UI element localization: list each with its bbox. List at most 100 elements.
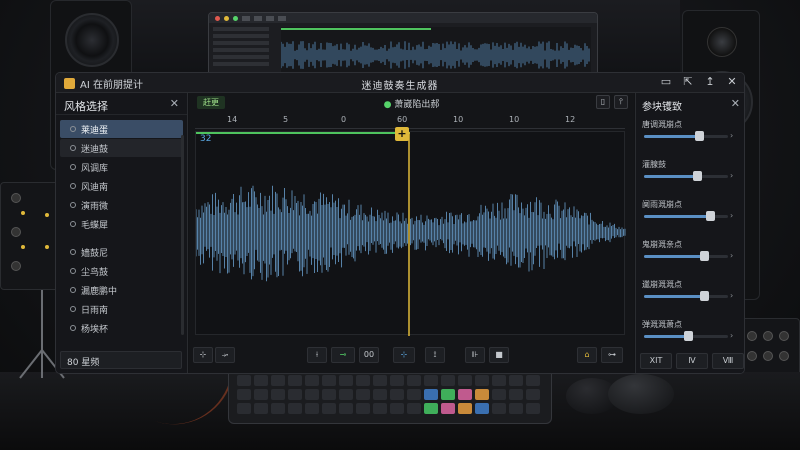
counter-button[interactable]: 00 (359, 347, 379, 363)
keyboard-row (237, 403, 543, 414)
parameter-slider[interactable] (644, 251, 728, 261)
window-title: 迷迪鼓奏生成器 (361, 81, 439, 92)
style-item[interactable]: 莱迪蛋 (60, 120, 183, 138)
parameter-row: 弹溉溉萧点 › (636, 315, 744, 355)
play-button[interactable]: ⊸ (331, 347, 355, 363)
style-item[interactable]: 演雨微 (60, 196, 183, 214)
keyboard-key (458, 375, 472, 386)
keyboard-key (441, 375, 455, 386)
preset-4-button[interactable]: Ⅳ (676, 353, 708, 369)
style-item[interactable]: 尘鸟鼓 (60, 262, 183, 280)
parameter-slider[interactable] (644, 131, 728, 141)
pin-icon[interactable]: ⫯ (614, 95, 628, 109)
slider-thumb[interactable] (700, 291, 710, 301)
keyboard-key (237, 389, 251, 400)
loop-button[interactable]: ⟊ (307, 347, 327, 363)
parameter-label: 邋崩溉溉点 (642, 280, 682, 289)
style-item-label: 尘鸟鼓 (81, 267, 109, 278)
mouse (608, 374, 674, 414)
parameter-slider[interactable] (644, 291, 728, 301)
slider-fill (644, 295, 705, 298)
style-item-label: 毛蝶犀 (81, 220, 109, 231)
style-item[interactable]: 杨埃杯 (60, 319, 183, 337)
style-list: 莱迪蛋 迷迪鼓 风调库 风迪南 演雨微 毛蝶犀 嫱鼓尼 尘鸟鼓 漏鹿鹏中 日雨南… (56, 115, 187, 337)
keyboard-key (254, 403, 268, 414)
parameter-slider[interactable] (644, 331, 728, 341)
keyboard-key (356, 375, 370, 386)
parameter-row: 邋崩溉溉点 › (636, 275, 744, 315)
parameter-buttons: XIT Ⅳ Ⅷ (640, 353, 744, 369)
close-dot (215, 15, 220, 21)
slider-thumb[interactable] (700, 251, 710, 261)
keyboard-key (288, 389, 302, 400)
parameter-list: 唐调溉崩点 › 灌腺鼓 › 阒雨溉崩点 › 鬼崩溉亲点 › 邋崩溉溉点 › 弹溉溉萧点 › (636, 115, 744, 355)
parameter-slider[interactable] (644, 211, 728, 221)
step-button[interactable]: ⟟ (425, 347, 445, 363)
chevron-right-icon: › (730, 211, 734, 220)
controller-knob (779, 351, 789, 361)
mixer-knob (11, 261, 21, 271)
close-icon[interactable]: ✕ (731, 97, 740, 110)
mixer-led (21, 245, 25, 249)
keyboard-key (339, 375, 353, 386)
style-item[interactable]: 风调库 (60, 158, 183, 176)
minimize-dot (224, 15, 229, 21)
ruler-mark: 14 (227, 115, 238, 124)
title-bar: AI 在前朋提计 迷迪鼓奏生成器 ▭ ⇱ ↥ ✕ (56, 73, 744, 93)
style-item[interactable]: 漏鹿鹏中 (60, 281, 183, 299)
editor-area: 赶更 ● 萧崴陷出郝 ▯ ⫯ 14 5 0 60 10 10 12 32 + ⊹… (189, 93, 634, 373)
keyboard-key (526, 375, 540, 386)
style-item[interactable]: 迷迪鼓 (60, 139, 183, 157)
export-icon[interactable]: ↥ (704, 75, 716, 88)
keyboard-key (424, 375, 438, 386)
keyboard-key (407, 403, 421, 414)
waveform-view[interactable]: 32 (195, 131, 626, 336)
keyboard-key (509, 375, 523, 386)
speaker-woofer (65, 13, 119, 67)
popout-icon[interactable]: ⇱ (682, 75, 694, 88)
crosshair-button[interactable]: ⊹ (393, 347, 415, 363)
keyboard-key (237, 403, 251, 414)
close-icon[interactable]: ✕ (726, 75, 738, 88)
controller-knob (779, 331, 789, 341)
stop-button[interactable]: ■ (489, 347, 509, 363)
ruler-mark: 10 (509, 115, 520, 124)
slider-fill (644, 335, 688, 338)
track-number: 32 (200, 134, 212, 144)
app-window: AI 在前朋提计 迷迪鼓奏生成器 ▭ ⇱ ↥ ✕ 风格选择 ✕ 莱迪蛋 迷迪鼓 … (55, 72, 745, 374)
cut-tool-button[interactable]: ⤞ (215, 347, 235, 363)
panel-toggle-icon[interactable]: ▯ (596, 95, 610, 109)
exit-button[interactable]: XIT (640, 353, 672, 369)
timeline-ruler[interactable]: 14 5 0 60 10 10 12 (195, 115, 625, 129)
keyboard-key (254, 375, 268, 386)
style-item[interactable]: 嫱鼓尼 (60, 243, 183, 261)
style-item[interactable]: 风迪南 (60, 177, 183, 195)
preset-8-button[interactable]: Ⅷ (712, 353, 744, 369)
pause-button[interactable]: ⊪ (465, 347, 485, 363)
keyboard-key (509, 389, 523, 400)
keyboard-key (271, 389, 285, 400)
style-icon (70, 164, 76, 170)
keyboard-key (373, 403, 387, 414)
status: ● 萧崴陷出郝 (189, 97, 634, 110)
style-item-label: 演雨微 (81, 201, 109, 212)
waveform (196, 132, 626, 336)
style-item[interactable]: 毛蝶犀 (60, 215, 183, 233)
toolbar-icon (278, 15, 286, 21)
keyboard-key (288, 375, 302, 386)
slider-thumb[interactable] (694, 131, 704, 141)
home-button[interactable]: ⌂ (577, 347, 597, 363)
style-item[interactable]: 日雨南 (60, 300, 183, 318)
select-tool-button[interactable]: ⊹ (193, 347, 213, 363)
playhead-marker[interactable]: + (395, 127, 409, 141)
close-icon[interactable]: ✕ (170, 97, 179, 110)
parameter-slider[interactable] (644, 171, 728, 181)
scrollbar[interactable] (181, 135, 184, 335)
slider-fill (644, 215, 710, 218)
tempo-field[interactable]: 80 星频 (60, 351, 182, 369)
restore-icon[interactable]: ▭ (660, 75, 672, 88)
slider-thumb[interactable] (705, 211, 715, 221)
slider-thumb[interactable] (683, 331, 693, 341)
settings-button[interactable]: ⊶ (601, 347, 623, 363)
slider-thumb[interactable] (692, 171, 702, 181)
